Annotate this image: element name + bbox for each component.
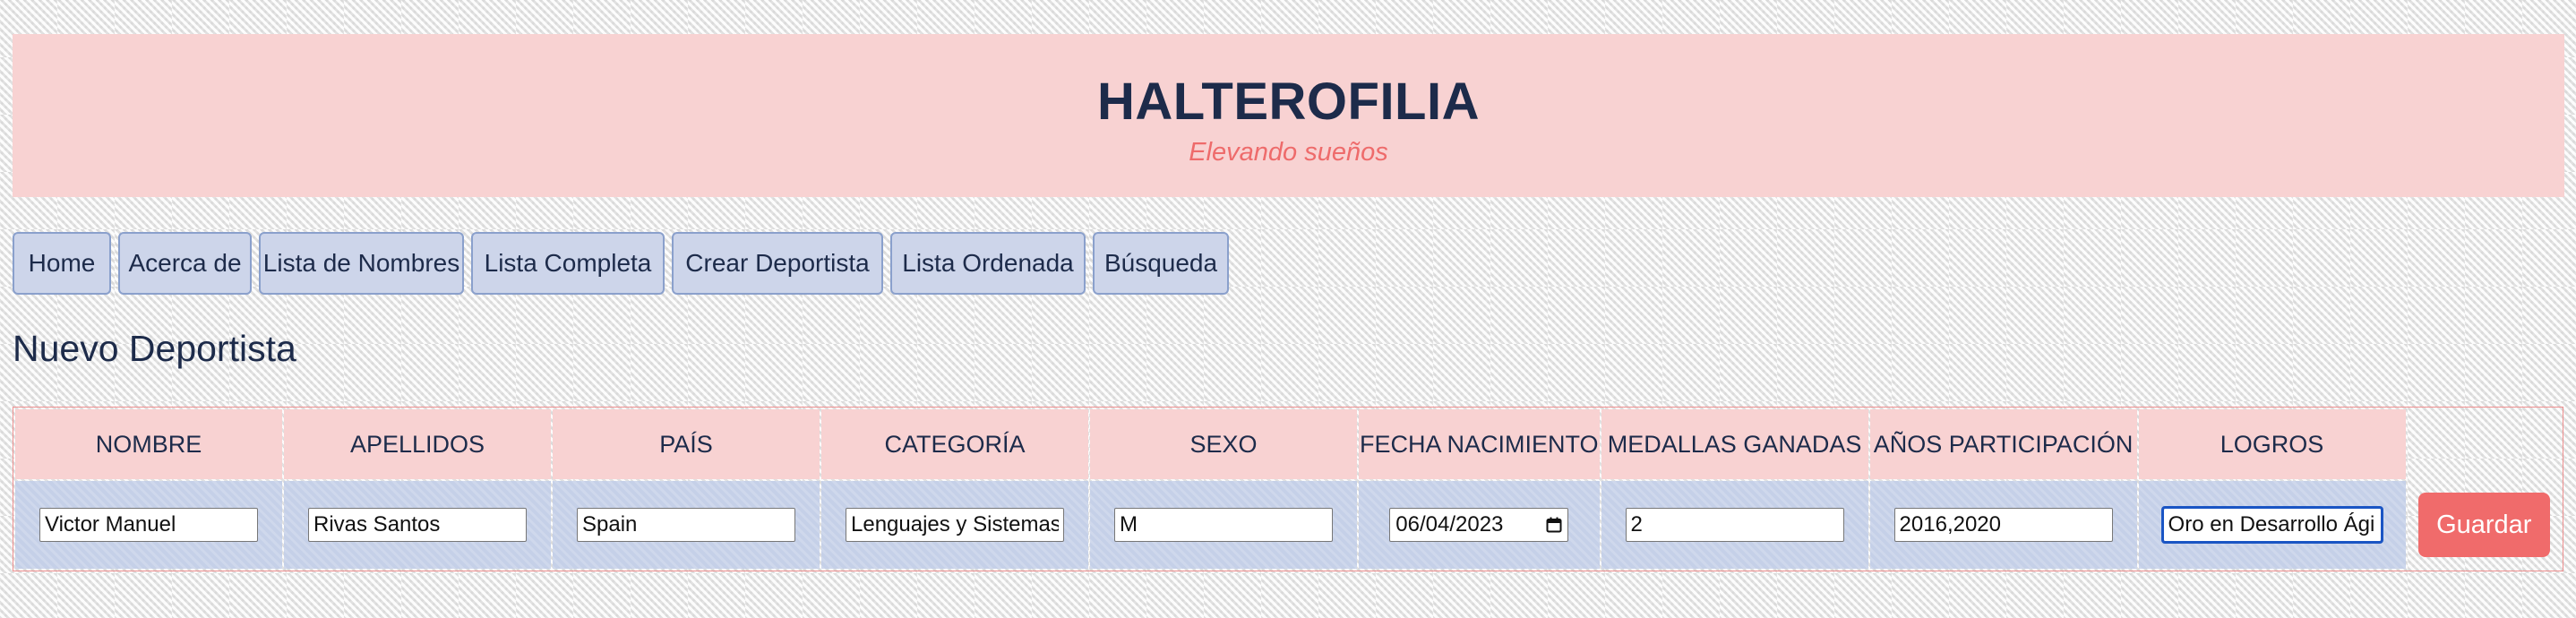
form-input-row: 06/04/2023 [15, 481, 2561, 569]
medallas-input[interactable] [1625, 508, 1844, 542]
site-header: HALTEROFILIA Elevando sueños [13, 34, 2564, 197]
fecha-nacimiento-input[interactable]: 06/04/2023 [1389, 508, 1569, 542]
column-header-nombre: NOMBRE [15, 409, 282, 479]
anios-input[interactable] [1893, 508, 2113, 542]
nav-lista-completa[interactable]: Lista Completa [471, 232, 665, 295]
calendar-icon[interactable] [1546, 517, 1562, 533]
site-title: HALTEROFILIA [1097, 73, 1480, 131]
save-button[interactable]: Guardar [2417, 493, 2550, 557]
column-header-sexo: SEXO [1090, 409, 1357, 479]
nav-acerca-de[interactable]: Acerca de [118, 232, 252, 295]
page-title: Nuevo Deportista [13, 328, 296, 369]
cell-actions: Guardar [2408, 481, 2561, 569]
nav-crear-deportista[interactable]: Crear Deportista [672, 232, 883, 295]
cell-medallas [1601, 481, 1868, 569]
column-header-medallas: MEDALLAS GANADAS [1601, 409, 1868, 479]
column-header-logros: LOGROS [2138, 409, 2406, 479]
cell-fecha-nacimiento: 06/04/2023 [1359, 481, 1600, 569]
cell-logros [2138, 481, 2406, 569]
nombre-input[interactable] [39, 508, 258, 542]
cell-anios [1869, 481, 2137, 569]
column-header-apellidos: APELLIDOS [284, 409, 551, 479]
fecha-nacimiento-value: 06/04/2023 [1395, 512, 1504, 536]
athlete-form: NOMBRE APELLIDOS PAÍS CATEGORÍA SEXO FEC… [13, 407, 2563, 571]
form-header-row: NOMBRE APELLIDOS PAÍS CATEGORÍA SEXO FEC… [15, 409, 2561, 479]
column-header-fecha-nacimiento: FECHA NACIMIENTO [1359, 409, 1600, 479]
cell-pais [553, 481, 820, 569]
athlete-form-table: NOMBRE APELLIDOS PAÍS CATEGORÍA SEXO FEC… [13, 408, 2563, 571]
cell-categoria [821, 481, 1088, 569]
nav-lista-ordenada[interactable]: Lista Ordenada [890, 232, 1086, 295]
main-nav: Home Acerca de Lista de Nombres Lista Co… [13, 232, 1229, 295]
cell-nombre [15, 481, 282, 569]
column-header-anios: AÑOS PARTICIPACIÓN [1869, 409, 2137, 479]
site-subtitle: Elevando sueños [1189, 137, 1388, 167]
pais-input[interactable] [577, 508, 795, 542]
nav-busqueda[interactable]: Búsqueda [1093, 232, 1229, 295]
apellidos-input[interactable] [308, 508, 527, 542]
column-header-categoria: CATEGORÍA [821, 409, 1088, 479]
sexo-input[interactable] [1114, 508, 1333, 542]
nav-home[interactable]: Home [13, 232, 111, 295]
cell-apellidos [284, 481, 551, 569]
categoria-input[interactable] [846, 508, 1064, 542]
nav-lista-nombres[interactable]: Lista de Nombres [259, 232, 464, 295]
logros-input[interactable] [2160, 506, 2383, 544]
column-header-pais: PAÍS [553, 409, 820, 479]
cell-sexo [1090, 481, 1357, 569]
column-header-actions [2408, 409, 2561, 479]
